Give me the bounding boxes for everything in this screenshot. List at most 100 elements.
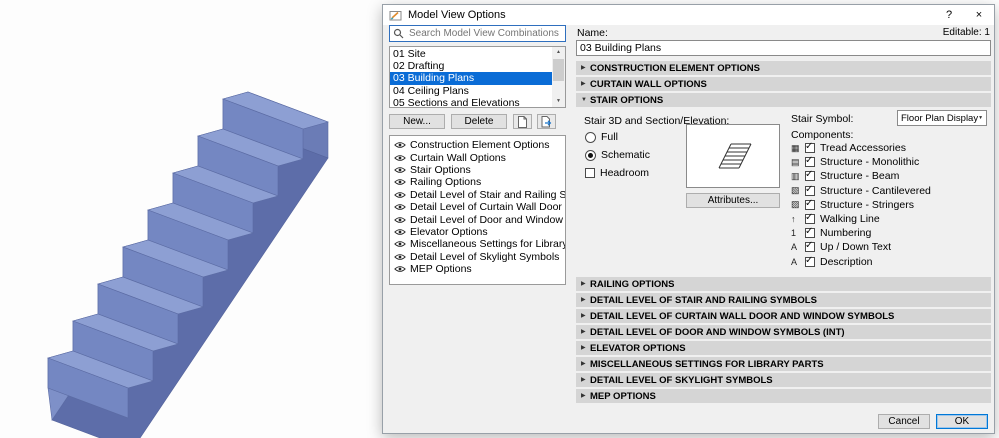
section-stair-options[interactable]: STAIR OPTIONS: [576, 93, 991, 107]
name-input[interactable]: [576, 40, 991, 56]
component-row[interactable]: ▦ Tread Accessories: [791, 141, 989, 155]
scroll-track[interactable]: [552, 58, 565, 96]
radio-full-circle-icon[interactable]: [585, 131, 596, 143]
search-icon: [393, 28, 404, 39]
combo-item[interactable]: 04 Ceiling Plans: [390, 85, 552, 97]
radio-schematic[interactable]: Schematic: [585, 149, 650, 161]
dialog-icon: [389, 9, 402, 22]
section-elevator-options[interactable]: ELEVATOR OPTIONS: [576, 341, 991, 355]
chevron-right-icon: [581, 373, 590, 387]
new-button[interactable]: New...: [389, 114, 445, 129]
model-view-options-dialog: Model View Options ? × 01 Site 02 Drafti…: [382, 4, 995, 434]
stair-options-panel: Stair 3D and Section/Elevation: Full Sch…: [576, 109, 991, 275]
section-misc-library-parts[interactable]: MISCELLANEOUS SETTINGS FOR LIBRARY PARTS: [576, 357, 991, 371]
section-label: DETAIL LEVEL OF SKYLIGHT SYMBOLS: [590, 374, 773, 386]
component-label: Numbering: [820, 227, 872, 240]
structure-cantilevered-icon: ▧: [791, 185, 800, 196]
section-detail-level-curtain-wall[interactable]: DETAIL LEVEL OF CURTAIN WALL DOOR AND WI…: [576, 309, 991, 323]
structure-monolithic-icon: ▤: [791, 156, 800, 167]
section-detail-level-door-window[interactable]: DETAIL LEVEL OF DOOR AND WINDOW SYMBOLS …: [576, 325, 991, 339]
chevron-right-icon: [581, 309, 590, 323]
3d-view-canvas[interactable]: [0, 0, 382, 438]
component-row[interactable]: A Description: [791, 255, 989, 269]
section-label: CURTAIN WALL OPTIONS: [590, 78, 707, 90]
option-row[interactable]: Railing Options: [390, 176, 565, 188]
components-label: Components:: [791, 129, 854, 141]
combo-item-selected[interactable]: 03 Building Plans: [390, 72, 552, 85]
component-checkbox[interactable]: [805, 226, 815, 239]
combo-item[interactable]: 02 Drafting: [390, 60, 552, 72]
scroll-thumb[interactable]: [553, 59, 564, 82]
option-row[interactable]: MEP Options: [390, 263, 565, 275]
radio-full-label: Full: [601, 131, 618, 143]
dialog-titlebar[interactable]: Model View Options ? ×: [383, 5, 994, 25]
close-button[interactable]: ×: [964, 5, 994, 25]
component-row[interactable]: ▥ Structure - Beam: [791, 169, 989, 183]
stair-symbol-label: Stair Symbol:: [791, 113, 854, 125]
export-combination-button[interactable]: [537, 114, 556, 129]
search-input[interactable]: [407, 27, 562, 40]
ok-button[interactable]: OK: [936, 414, 988, 429]
section-label: DETAIL LEVEL OF STAIR AND RAILING SYMBOL…: [590, 294, 817, 306]
section-label: STAIR OPTIONS: [590, 94, 664, 106]
combo-item[interactable]: 05 Sections and Elevations: [390, 97, 552, 107]
option-row[interactable]: Detail Level of Skylight Symbols: [390, 251, 565, 263]
stair-symbol-drawing: [718, 143, 752, 169]
scroll-up-icon[interactable]: ▲: [552, 47, 565, 58]
option-label: MEP Options: [410, 263, 472, 276]
component-checkbox[interactable]: [805, 255, 815, 267]
combination-list-scrollbar[interactable]: ▲ ▼: [552, 47, 565, 107]
section-detail-level-stair-railing[interactable]: DETAIL LEVEL OF STAIR AND RAILING SYMBOL…: [576, 293, 991, 307]
component-row[interactable]: ▧ Structure - Cantilevered: [791, 184, 989, 198]
component-checkbox[interactable]: [805, 169, 815, 182]
component-row[interactable]: ↑ Walking Line: [791, 212, 989, 226]
delete-button[interactable]: Delete: [451, 114, 507, 129]
option-label: Detail Level of Skylight Symbols: [410, 250, 560, 263]
option-row[interactable]: Stair Options: [390, 164, 565, 176]
option-label: Curtain Wall Options: [410, 151, 506, 164]
option-label: Detail Level of Curtain Wall Door and Wi…: [410, 201, 565, 214]
section-mep-options[interactable]: MEP OPTIONS: [576, 389, 991, 403]
stair-symbol-dropdown[interactable]: Floor Plan Display: [897, 110, 987, 126]
option-row[interactable]: Elevator Options: [390, 226, 565, 238]
import-combination-button[interactable]: [513, 114, 532, 129]
radio-schematic-circle-icon[interactable]: [585, 149, 596, 161]
option-row[interactable]: Detail Level of Stair and Railing Symbol…: [390, 189, 565, 201]
component-checkbox[interactable]: [805, 184, 815, 196]
section-construction-element-options[interactable]: CONSTRUCTION ELEMENT OPTIONS: [576, 61, 991, 75]
option-row[interactable]: Curtain Wall Options: [390, 151, 565, 164]
radio-full[interactable]: Full: [585, 131, 618, 143]
help-button[interactable]: ?: [934, 5, 964, 25]
scroll-down-icon[interactable]: ▼: [552, 96, 565, 107]
component-checkbox[interactable]: [805, 198, 815, 210]
component-checkbox[interactable]: [805, 240, 815, 253]
eye-icon: [394, 166, 406, 174]
search-box[interactable]: [389, 25, 566, 42]
option-row[interactable]: Detail Level of Curtain Wall Door and Wi…: [390, 201, 565, 213]
option-label: Stair Options: [410, 163, 471, 176]
combo-item[interactable]: 01 Site: [390, 48, 552, 60]
component-row[interactable]: ▤ Structure - Monolithic: [791, 155, 989, 169]
component-checkbox[interactable]: [805, 141, 815, 154]
structure-stringers-icon: ▨: [791, 199, 800, 210]
component-label: Up / Down Text: [820, 241, 892, 254]
component-label: Structure - Beam: [820, 170, 900, 183]
option-row[interactable]: Miscellaneous Settings for Library Parts: [390, 238, 565, 250]
option-row[interactable]: Construction Element Options: [390, 139, 565, 151]
headroom-checkbox[interactable]: [585, 168, 595, 178]
attributes-button[interactable]: Attributes...: [686, 193, 780, 208]
component-row[interactable]: A Up / Down Text: [791, 240, 989, 254]
cancel-button[interactable]: Cancel: [878, 414, 930, 429]
section-railing-options[interactable]: RAILING OPTIONS: [576, 277, 991, 291]
chevron-down-icon: [581, 93, 590, 107]
combination-buttons: New... Delete: [389, 114, 566, 129]
section-detail-level-skylight[interactable]: DETAIL LEVEL OF SKYLIGHT SYMBOLS: [576, 373, 991, 387]
component-checkbox[interactable]: [805, 212, 815, 225]
section-curtain-wall-options[interactable]: CURTAIN WALL OPTIONS: [576, 77, 991, 91]
headroom-checkbox-row[interactable]: Headroom: [585, 167, 649, 179]
component-checkbox[interactable]: [805, 155, 815, 168]
component-row[interactable]: ▨ Structure - Stringers: [791, 198, 989, 212]
option-row[interactable]: Detail Level of Door and Window Symbols …: [390, 213, 565, 226]
import-page-icon: [518, 115, 527, 128]
component-row[interactable]: 1 Numbering: [791, 226, 989, 240]
